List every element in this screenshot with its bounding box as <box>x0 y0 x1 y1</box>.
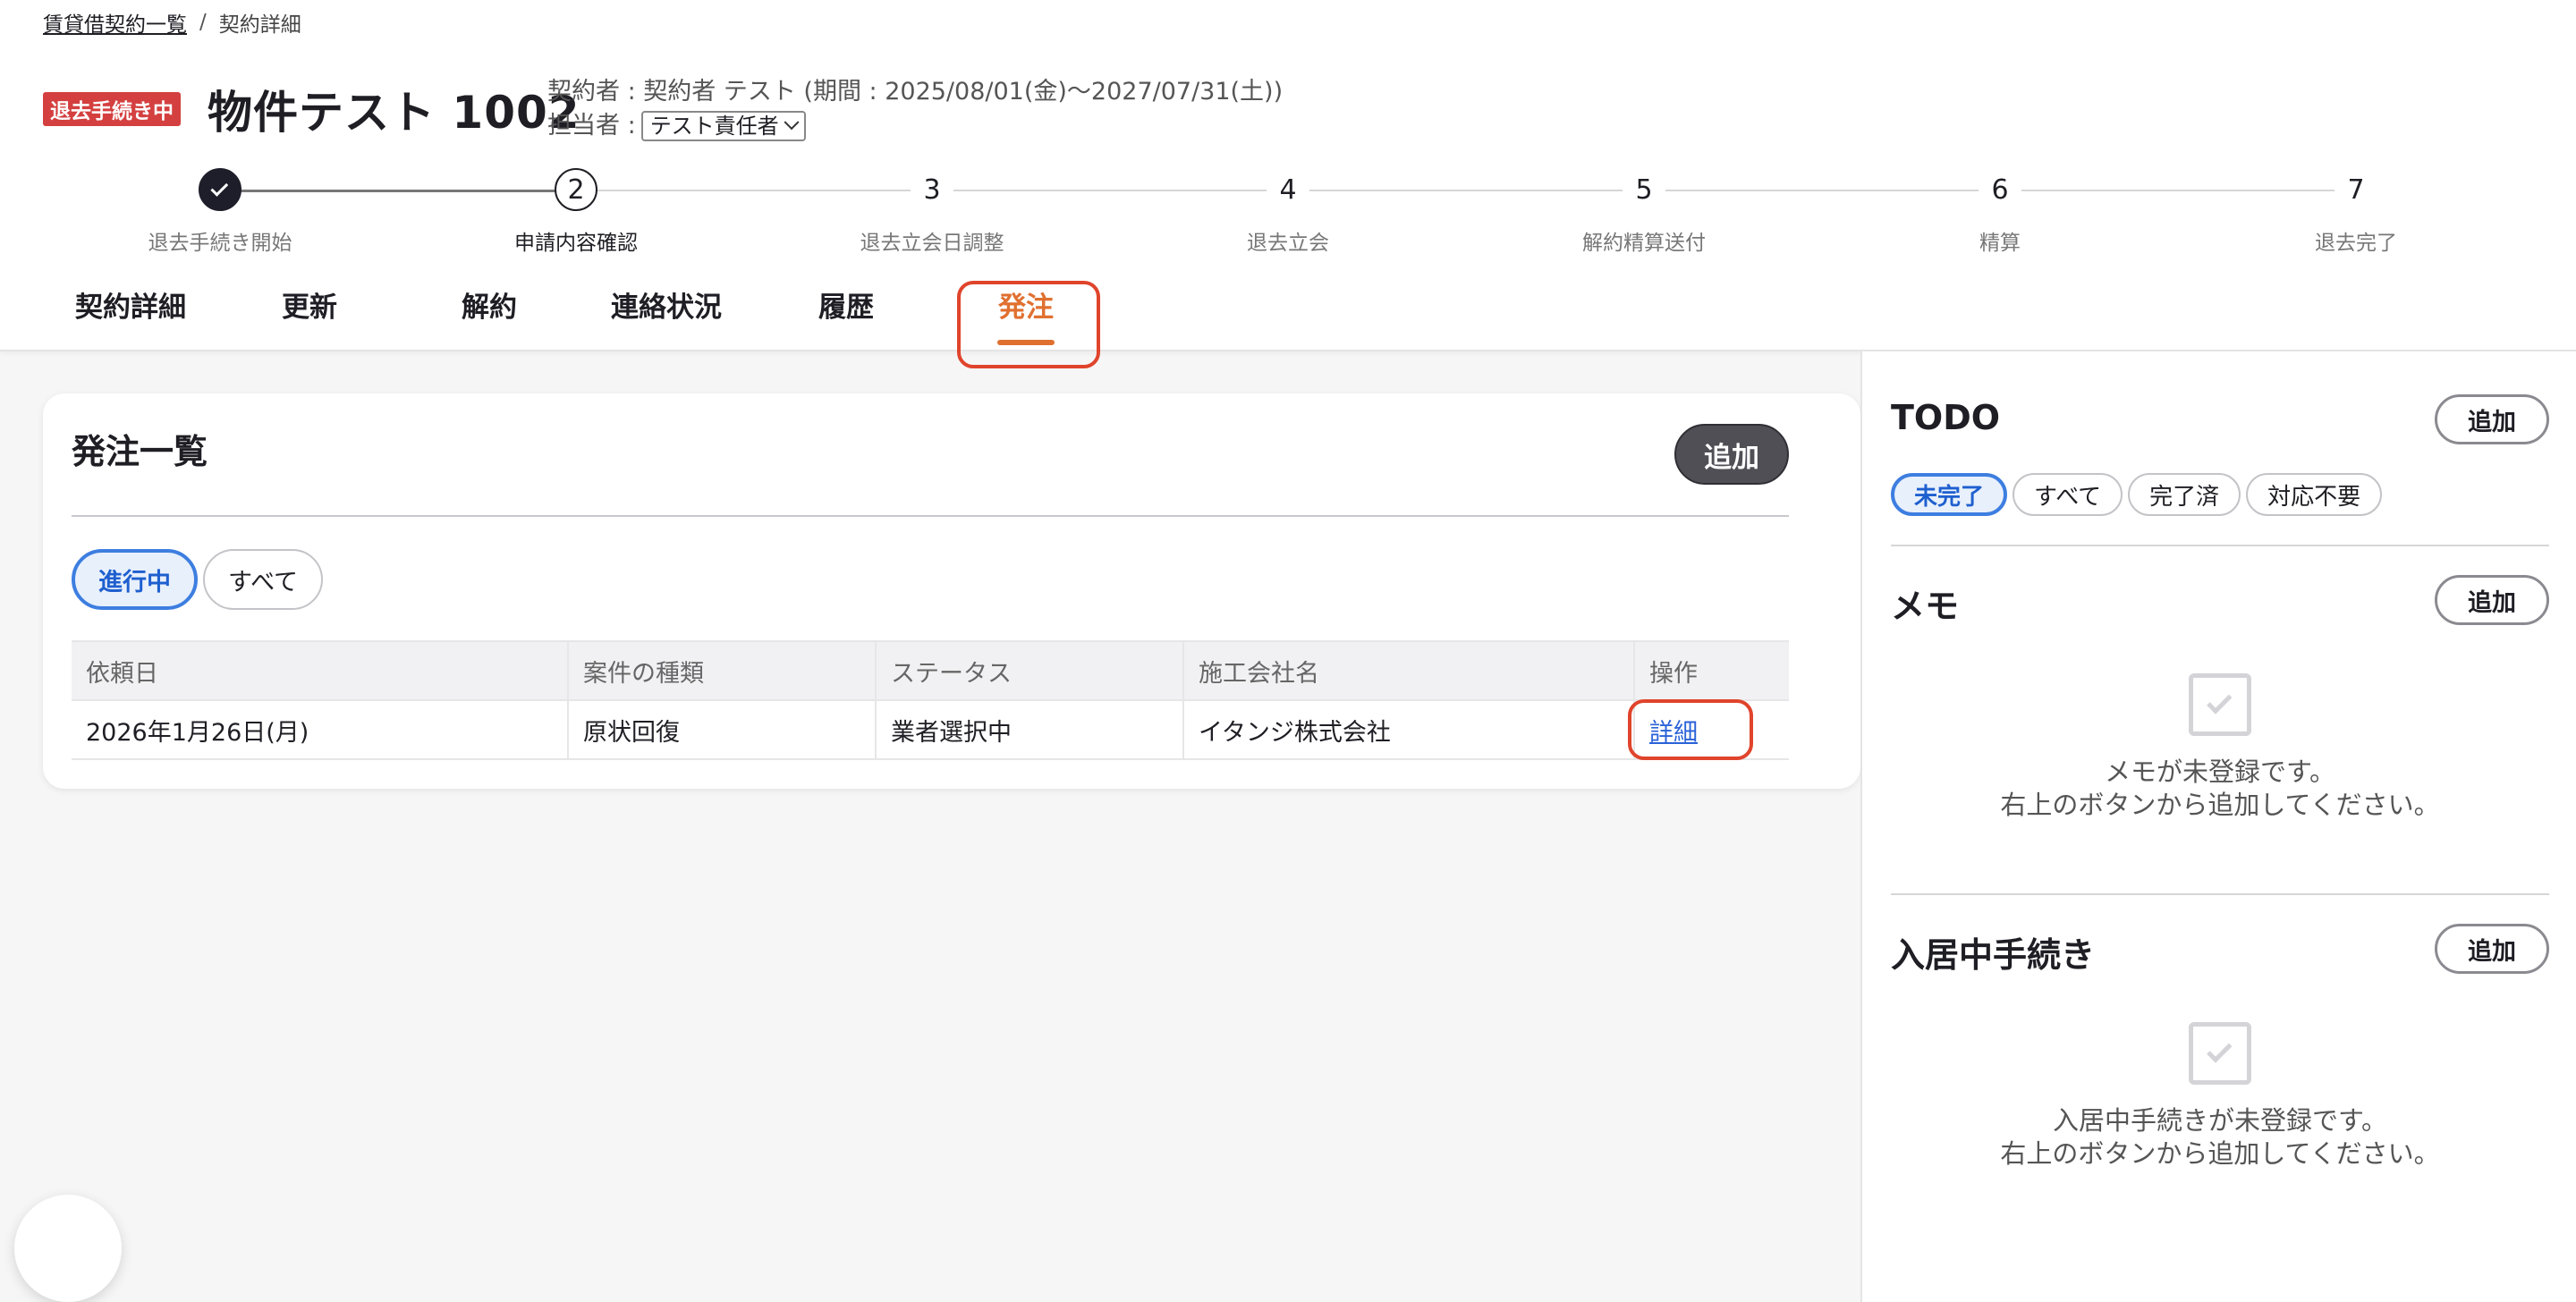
step-3: 3 退去立会日調整 <box>798 168 1066 256</box>
add-memo-button[interactable]: 追加 <box>2435 575 2549 625</box>
step-label: 退去立会日調整 <box>860 232 1004 255</box>
cell-type: 原状回復 <box>569 701 877 758</box>
check-icon <box>210 178 229 197</box>
status-badge: 退去手続き中 <box>43 92 181 126</box>
orders-table: 依頼日 案件の種類 ステータス 施工会社名 操作 2026年1月26日(月) 原… <box>72 640 1789 760</box>
step-2: 2 申請内容確認 <box>442 168 710 256</box>
tab-renewal[interactable]: 更新 <box>282 284 337 351</box>
todo-filter-not-required[interactable]: 対応不要 <box>2246 473 2383 516</box>
tab-label: 解約 <box>462 292 517 324</box>
chevron-down-icon <box>784 114 800 131</box>
tab-label: 更新 <box>282 292 337 324</box>
right-sidebar: TODO 追加 未完了 すべて 完了済 対応不要 メモ 追加 メモが未登録です。… <box>1860 351 2576 1302</box>
tab-orders-highlight <box>957 281 1100 368</box>
orders-card: 発注一覧 追加 進行中 すべて 依頼日 案件の種類 ステータス 施工会社名 操作… <box>43 393 1860 789</box>
todo-filter-incomplete[interactable]: 未完了 <box>1891 473 2008 516</box>
column-header: 操作 <box>1649 659 1698 688</box>
column-header: 案件の種類 <box>569 642 877 699</box>
step-done-circle <box>199 168 242 211</box>
assignee-value: テスト責任者 <box>649 114 779 139</box>
step-label: 退去立会 <box>1247 232 1329 255</box>
step-label: 精算 <box>1979 232 2021 255</box>
breadcrumb-current: 契約詳細 <box>218 13 301 37</box>
tab-cancellation[interactable]: 解約 <box>462 284 517 351</box>
step-number: 6 <box>1979 168 2021 211</box>
card-divider <box>72 515 1789 517</box>
todo-title: TODO <box>1891 398 2001 437</box>
column-header: 依頼日 <box>72 642 569 699</box>
step-1: 退去手続き開始 <box>86 168 354 256</box>
memo-empty-message: メモが未登録です。 右上のボタンから追加してください。 <box>2000 757 2440 820</box>
cell-company: イタンジ株式会社 <box>1184 701 1635 758</box>
assignee-select[interactable]: テスト責任者 <box>640 111 806 141</box>
page-header: 賃貸借契約一覧 / 契約詳細 退去手続き中 物件テスト 1002 契約者 : 契… <box>0 0 2576 351</box>
table-row: 2026年1月26日(月) 原状回復 業者選択中 イタンジ株式会社 詳細 <box>72 701 1789 760</box>
step-number: 3 <box>911 168 953 211</box>
procedures-empty-state: 入居中手続きが未登録です。 右上のボタンから追加してください。 <box>1891 1022 2549 1171</box>
orders-filter: 進行中 すべて <box>72 549 324 610</box>
empty-checkbox-icon <box>2189 673 2251 736</box>
todo-filter: 未完了 すべて 完了済 対応不要 <box>1891 473 2383 516</box>
step-label: 退去完了 <box>2315 232 2397 255</box>
breadcrumb-link-contract-list[interactable]: 賃貸借契約一覧 <box>43 7 187 38</box>
breadcrumb-separator: / <box>199 11 207 34</box>
todo-filter-completed[interactable]: 完了済 <box>2128 473 2241 516</box>
add-todo-button[interactable]: 追加 <box>2435 394 2549 444</box>
breadcrumb: 賃貸借契約一覧 / 契約詳細 <box>43 7 301 38</box>
tab-label: 履歴 <box>818 292 874 324</box>
tab-history[interactable]: 履歴 <box>818 284 874 351</box>
step-4: 4 退去立会 <box>1154 168 1422 256</box>
step-number: 7 <box>2334 168 2377 211</box>
cell-date: 2026年1月26日(月) <box>72 701 569 758</box>
step-label: 解約精算送付 <box>1582 232 1706 255</box>
step-label: 申請内容確認 <box>514 232 638 255</box>
assignee-row: 担当者 : テスト責任者 <box>547 109 1283 143</box>
sidebar-divider <box>1891 893 2549 895</box>
step-6: 6 精算 <box>1866 168 2134 256</box>
filter-all[interactable]: すべて <box>203 549 324 610</box>
step-number: 4 <box>1267 168 1309 211</box>
detail-link-highlight <box>1628 699 1753 760</box>
tab-label: 連絡状況 <box>611 292 722 324</box>
tab-contact-status[interactable]: 連絡状況 <box>611 284 722 351</box>
contract-info: 契約者 : 契約者 テスト (期間 : 2025/08/01(金)〜2027/0… <box>547 78 1284 106</box>
add-order-button[interactable]: 追加 <box>1674 424 1789 485</box>
step-7: 7 退去完了 <box>2222 168 2490 256</box>
step-number: 5 <box>1623 168 1665 211</box>
table-header: 依頼日 案件の種類 ステータス 施工会社名 操作 <box>72 640 1789 701</box>
memo-empty-state: メモが未登録です。 右上のボタンから追加してください。 <box>1891 673 2549 822</box>
progress-stepper: 退去手続き開始 2 申請内容確認 3 退去立会日調整 4 退去立会 5 解約精算… <box>0 168 2576 266</box>
empty-checkbox-icon <box>2189 1022 2251 1085</box>
tab-contract-details[interactable]: 契約詳細 <box>75 284 186 351</box>
tab-label: 契約詳細 <box>75 292 186 324</box>
step-label: 退去手続き開始 <box>148 232 292 255</box>
add-procedure-button[interactable]: 追加 <box>2435 924 2549 974</box>
sidebar-divider <box>1891 545 2549 546</box>
orders-title: 発注一覧 <box>72 432 208 471</box>
procedures-empty-message: 入居中手続きが未登録です。 右上のボタンから追加してください。 <box>2000 1105 2440 1169</box>
column-header: ステータス <box>877 642 1184 699</box>
cell-status: 業者選択中 <box>877 701 1184 758</box>
todo-filter-all[interactable]: すべて <box>2012 473 2123 516</box>
step-5: 5 解約精算送付 <box>1510 168 1778 256</box>
floating-action-button[interactable] <box>14 1195 122 1302</box>
assignee-label: 担当者 : <box>547 112 636 140</box>
contract-meta: 契約者 : 契約者 テスト (期間 : 2025/08/01(金)〜2027/0… <box>547 75 1283 143</box>
procedures-title: 入居中手続き <box>1891 935 2096 975</box>
column-header: 施工会社名 <box>1184 642 1635 699</box>
page-title: 物件テスト 1002 <box>208 87 580 139</box>
memo-title: メモ <box>1891 587 1960 626</box>
step-number: 2 <box>555 168 597 211</box>
filter-in-progress[interactable]: 進行中 <box>72 549 198 610</box>
